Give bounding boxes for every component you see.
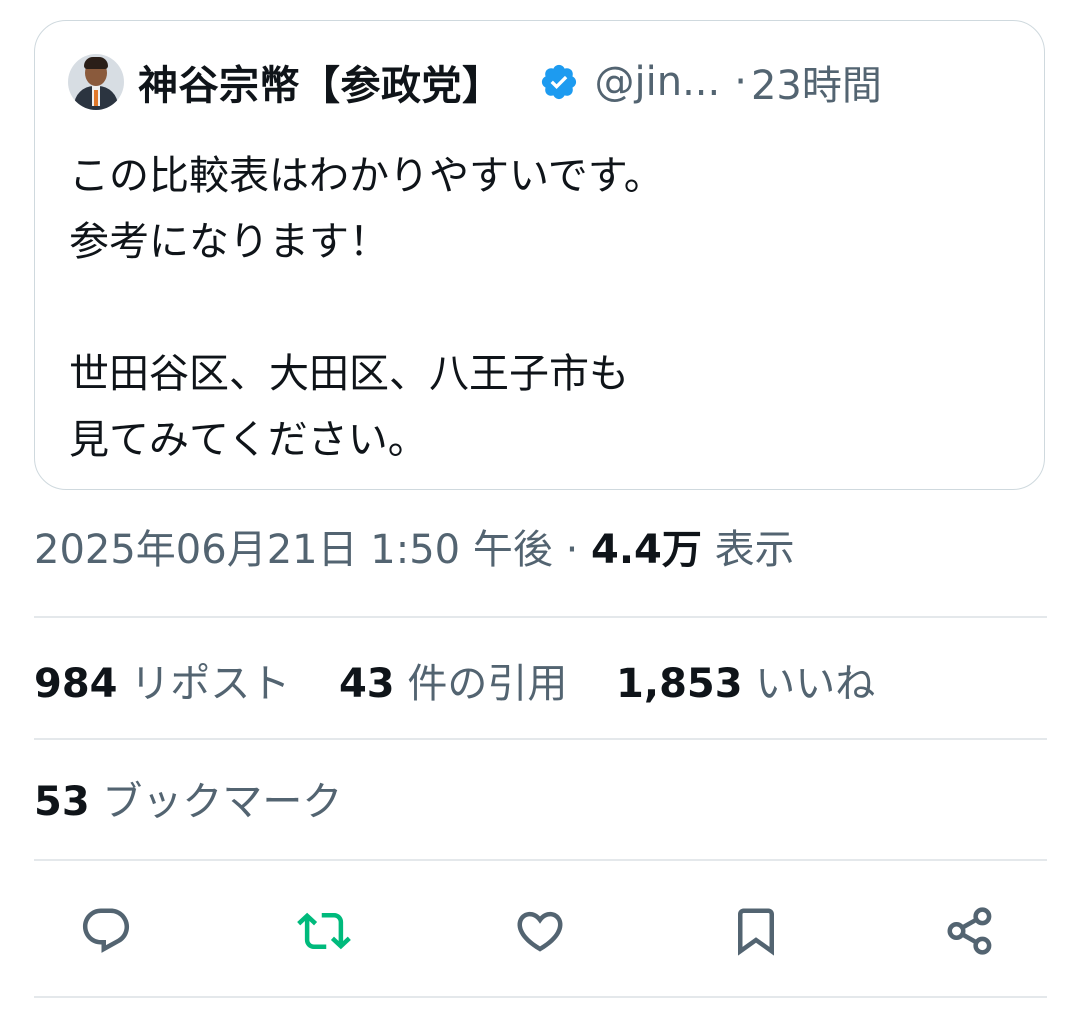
likes-stat[interactable]: 1,853 いいね: [616, 661, 875, 707]
avatar[interactable]: [68, 54, 124, 110]
reposts-label: リポスト: [130, 661, 291, 707]
separator-dot: ·: [565, 527, 579, 573]
bookmarks-stat: 53 ブックマーク: [34, 772, 342, 832]
tweet-meta: 2025年06月21日 1:50 午後 · 4.4万 表示: [34, 520, 795, 580]
heart-icon: [517, 911, 563, 952]
reposts-stat[interactable]: 984 リポスト: [34, 661, 290, 707]
likes-count: 1,853: [616, 661, 743, 707]
verified-badge-icon: [541, 64, 576, 100]
reply-button[interactable]: [78, 903, 134, 959]
author-handle[interactable]: @jin...: [595, 59, 721, 105]
author-name[interactable]: 神谷宗幣【参政党】: [138, 53, 503, 111]
repost-button[interactable]: [296, 903, 352, 959]
bookmark-icon: [738, 908, 774, 956]
divider: [34, 616, 1047, 618]
reply-icon: [82, 908, 130, 953]
bookmarks-count: 53: [34, 779, 90, 825]
repost-icon: [297, 912, 351, 950]
separator-dot: ·: [734, 59, 747, 105]
bookmarks-label: ブックマーク: [102, 779, 343, 825]
divider: [34, 738, 1047, 740]
engagement-stats: 984 リポスト 43 件の引用 1,853 いいね: [34, 654, 911, 714]
views-count: 4.4万: [591, 527, 702, 573]
text-line: 世田谷区、大田区、八王子市も: [69, 351, 629, 397]
views-label: 表示: [714, 527, 795, 573]
text-line: この比較表はわかりやすいです。: [69, 153, 664, 199]
share-button[interactable]: [942, 903, 998, 959]
quoted-tweet-header: 神谷宗幣【参政党】 @jin... · 23時間: [68, 54, 882, 110]
quoted-tweet-text: この比較表はわかりやすいです。 参考になります！ 世田谷区、大田区、八王子市も …: [69, 143, 664, 473]
quotes-stat[interactable]: 43 件の引用: [339, 661, 567, 707]
bookmark-button[interactable]: [728, 903, 784, 959]
quotes-label: 件の引用: [407, 661, 568, 707]
quoted-tweet-time[interactable]: 23時間: [751, 53, 882, 111]
divider: [34, 859, 1047, 861]
share-icon: [947, 907, 992, 955]
likes-label: いいね: [755, 661, 876, 707]
text-line: 見てみてください。: [69, 417, 428, 463]
quoted-tweet-card[interactable]: 神谷宗幣【参政党】 @jin... · 23時間 この比較表はわかりやすいです。…: [34, 20, 1045, 490]
quotes-count: 43: [338, 661, 395, 707]
reposts-count: 984: [34, 661, 118, 707]
like-button[interactable]: [512, 903, 568, 959]
text-line: [69, 275, 664, 341]
tweet-timestamp[interactable]: 2025年06月21日 1:50 午後: [34, 527, 553, 573]
text-line: 参考になります！: [69, 219, 389, 265]
divider: [34, 996, 1047, 998]
